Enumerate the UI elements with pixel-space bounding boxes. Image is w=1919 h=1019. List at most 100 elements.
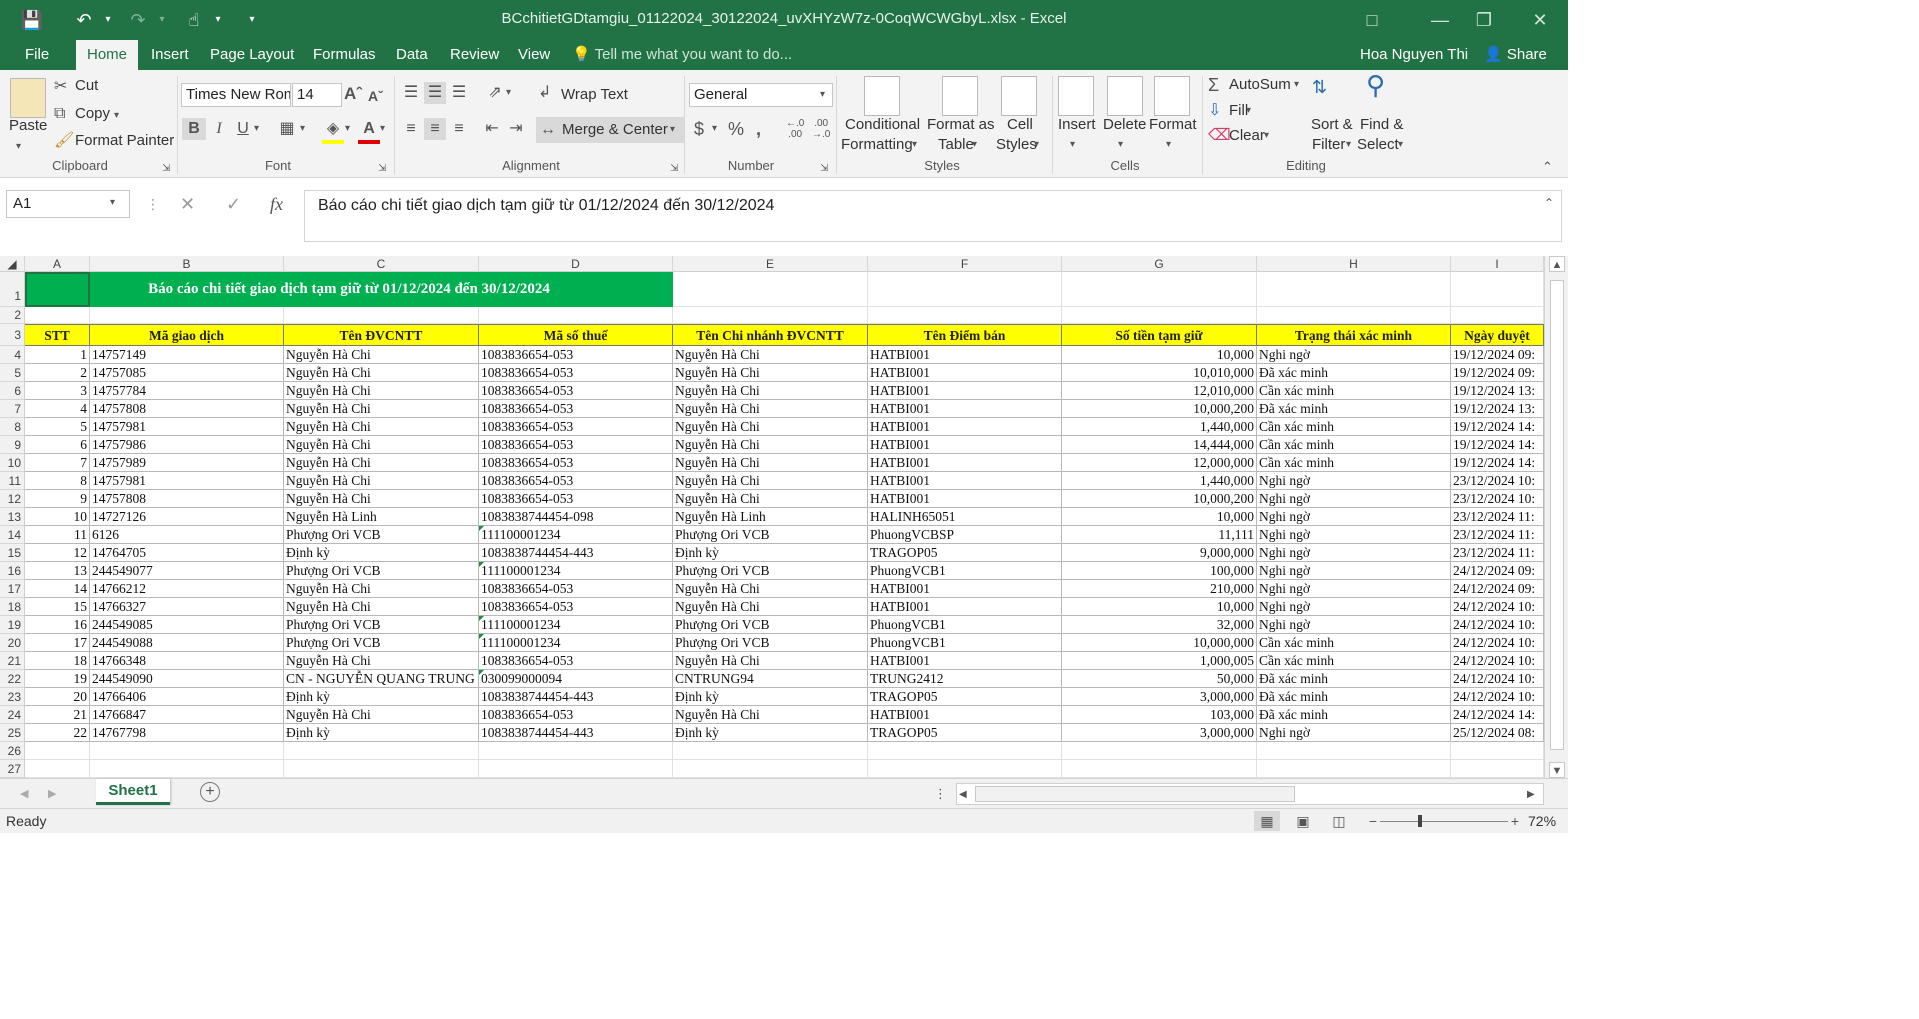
empty-cell[interactable] — [90, 307, 284, 324]
empty-cell[interactable] — [673, 760, 868, 778]
table-cell[interactable]: 24/12/2024 10: — [1451, 634, 1544, 652]
autosum-button[interactable]: AutoSum — [1229, 76, 1291, 93]
increase-decimal-icon[interactable]: ←.0.00 — [786, 118, 804, 140]
table-cell[interactable]: Nguyễn Hà Chi — [284, 454, 479, 472]
row-header[interactable]: 19 — [0, 616, 24, 634]
paste-dropdown-icon[interactable]: ▾ — [16, 136, 21, 158]
table-cell[interactable]: HATBI001 — [868, 400, 1062, 418]
table-cell[interactable]: 3,000,000 — [1062, 724, 1257, 742]
clear-dropdown-icon[interactable]: ▾ — [1264, 125, 1269, 147]
table-cell[interactable]: Phượng Ori VCB — [284, 526, 479, 544]
table-cell[interactable]: Định kỳ — [284, 724, 479, 742]
scroll-right-icon[interactable]: ▶ — [1527, 784, 1535, 806]
tab-home[interactable]: Home — [76, 40, 139, 70]
table-cell[interactable]: HATBI001 — [868, 490, 1062, 508]
column-header[interactable]: H — [1257, 256, 1451, 272]
table-cell[interactable]: 14757085 — [90, 364, 284, 382]
cell-area[interactable]: Báo cáo chi tiết giao dịch tạm giữ từ 01… — [25, 272, 1544, 778]
merge-dropdown-icon[interactable]: ▾ — [670, 119, 675, 141]
table-cell[interactable]: 103,000 — [1062, 706, 1257, 724]
scroll-down-icon[interactable]: ▼ — [1549, 762, 1565, 778]
format-as-table-button[interactable]: Format as — [927, 116, 995, 133]
table-cell[interactable]: Nguyễn Hà Chi — [673, 418, 868, 436]
table-cell[interactable]: 6 — [25, 436, 90, 454]
table-cell[interactable]: 9 — [25, 490, 90, 508]
table-cell[interactable]: 15 — [25, 598, 90, 616]
table-cell[interactable]: 1083836654-053 — [479, 346, 673, 364]
table-cell[interactable]: 17 — [25, 634, 90, 652]
fill-dropdown-icon[interactable]: ▾ — [345, 118, 350, 140]
table-cell[interactable]: Nguyễn Hà Chi — [673, 364, 868, 382]
table-cell[interactable]: 10,000,000 — [1062, 634, 1257, 652]
cancel-entry-icon[interactable]: ✕ — [180, 192, 195, 216]
align-middle-icon[interactable]: ☰ — [424, 82, 446, 104]
delete-dropdown-icon[interactable]: ▾ — [1118, 134, 1123, 156]
zoom-slider[interactable] — [1380, 821, 1508, 822]
table-cell[interactable]: 3,000,000 — [1062, 688, 1257, 706]
italic-icon[interactable]: I — [208, 118, 230, 140]
table-cell[interactable]: TRUNG2412 — [868, 670, 1062, 688]
row-header[interactable]: 16 — [0, 562, 24, 580]
row-header[interactable]: 20 — [0, 634, 24, 652]
table-cell[interactable]: HATBI001 — [868, 598, 1062, 616]
empty-cell[interactable] — [1062, 742, 1257, 760]
table-cell[interactable]: 12,000,000 — [1062, 454, 1257, 472]
empty-cell[interactable] — [673, 307, 868, 324]
underline-dropdown-icon[interactable]: ▾ — [254, 118, 259, 140]
row-header[interactable]: 8 — [0, 418, 24, 436]
table-cell[interactable]: Nghi ngờ — [1257, 562, 1451, 580]
decrease-decimal-icon[interactable]: .00 →.0 — [812, 118, 830, 140]
autosum-dropdown-icon[interactable]: ▾ — [1294, 74, 1299, 96]
table-cell[interactable]: 19/12/2024 13: — [1451, 400, 1544, 418]
table-cell[interactable]: 16 — [25, 616, 90, 634]
add-sheet-icon[interactable]: + — [200, 782, 220, 802]
table-cell[interactable]: HATBI001 — [868, 652, 1062, 670]
table-cell[interactable]: 2 — [25, 364, 90, 382]
empty-cell[interactable] — [479, 742, 673, 760]
row-header[interactable]: 18 — [0, 598, 24, 616]
table-cell[interactable]: 030099000094 — [479, 670, 673, 688]
column-title-cell[interactable]: Ngày duyệt — [1451, 324, 1544, 346]
table-cell[interactable]: 13 — [25, 562, 90, 580]
row-header[interactable]: 26 — [0, 742, 24, 760]
tab-review[interactable]: Review — [439, 40, 510, 70]
insert-function-icon[interactable]: fx — [270, 192, 283, 216]
font-launcher-icon[interactable]: ⇲ — [378, 158, 386, 180]
column-header[interactable]: G — [1062, 256, 1257, 272]
table-cell[interactable]: 100,000 — [1062, 562, 1257, 580]
table-cell[interactable]: Nghi ngờ — [1257, 580, 1451, 598]
table-cell[interactable]: 1083836654-053 — [479, 436, 673, 454]
table-cell[interactable]: 9,000,000 — [1062, 544, 1257, 562]
table-cell[interactable]: Cần xác minh — [1257, 652, 1451, 670]
table-cell[interactable]: 23/12/2024 11: — [1451, 526, 1544, 544]
sheet-tab-sheet1[interactable]: Sheet1 — [96, 779, 170, 805]
empty-cell[interactable] — [1257, 307, 1451, 324]
copy-button[interactable]: Copy — [75, 105, 110, 122]
table-cell[interactable]: 10,000 — [1062, 508, 1257, 526]
column-header[interactable]: A — [25, 256, 90, 272]
table-cell[interactable]: 14757808 — [90, 490, 284, 508]
row-header[interactable]: 3 — [0, 324, 24, 346]
split-handle-icon[interactable]: ⋮ — [934, 783, 947, 805]
table-cell[interactable]: 32,000 — [1062, 616, 1257, 634]
column-title-cell[interactable]: Tên Điểm bán — [868, 324, 1062, 346]
table-cell[interactable]: Nguyễn Hà Chi — [284, 400, 479, 418]
table-cell[interactable]: TRAGOP05 — [868, 544, 1062, 562]
table-cell[interactable]: HATBI001 — [868, 454, 1062, 472]
table-cell[interactable]: 19/12/2024 09: — [1451, 364, 1544, 382]
next-sheet-icon[interactable]: ▶ — [48, 783, 56, 805]
minimize-icon[interactable]: — — [1420, 6, 1460, 34]
fill-color-icon[interactable]: ◈ — [322, 118, 344, 144]
row-header[interactable]: 21 — [0, 652, 24, 670]
table-cell[interactable]: TRAGOP05 — [868, 688, 1062, 706]
table-cell[interactable]: Nguyễn Hà Linh — [673, 508, 868, 526]
table-cell[interactable]: Nghi ngờ — [1257, 346, 1451, 364]
conditional-dropdown-icon[interactable]: ▾ — [912, 134, 917, 156]
wrap-text-button[interactable]: Wrap Text — [561, 86, 628, 103]
empty-cell[interactable] — [1062, 272, 1257, 307]
clear-button[interactable]: Clear — [1229, 127, 1265, 144]
column-header[interactable]: B — [90, 256, 284, 272]
table-cell[interactable]: 14757981 — [90, 418, 284, 436]
row-header[interactable]: 13 — [0, 508, 24, 526]
horizontal-scrollbar[interactable]: ◀ ▶ — [956, 783, 1544, 805]
